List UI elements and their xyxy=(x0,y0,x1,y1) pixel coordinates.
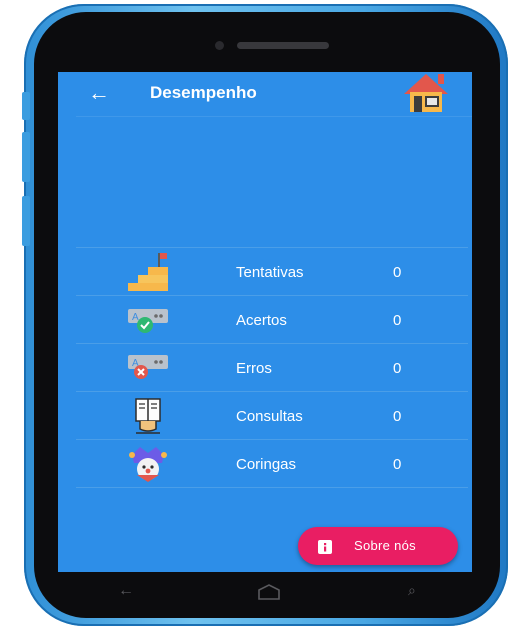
stat-value: 0 xyxy=(393,360,402,377)
app-screen: ← Desempenho Tentativas 0 A Acertos 0 A … xyxy=(58,72,472,572)
stat-row-acertos: A Acertos 0 xyxy=(76,296,468,343)
about-us-button[interactable]: Sobre nós xyxy=(298,527,458,565)
stat-label: Consultas xyxy=(236,408,303,425)
volume-button xyxy=(22,132,30,182)
nav-home-icon[interactable] xyxy=(256,584,282,600)
stat-value: 0 xyxy=(393,264,402,281)
answer-correct-icon: A xyxy=(128,309,168,333)
appbar-divider xyxy=(76,116,472,117)
stat-label: Erros xyxy=(236,360,272,377)
stat-row-consultas: Consultas 0 xyxy=(76,392,468,439)
stat-label: Acertos xyxy=(236,312,287,329)
volume-button xyxy=(22,92,30,120)
answer-wrong-icon: A xyxy=(128,355,168,379)
nav-back-icon[interactable]: ← xyxy=(118,582,134,600)
stat-value: 0 xyxy=(393,312,402,329)
power-button xyxy=(22,196,30,246)
about-us-label: Sobre nós xyxy=(354,538,416,553)
system-nav-bar: ← ⌕ xyxy=(58,572,472,612)
page-title: Desempenho xyxy=(150,83,257,102)
front-camera xyxy=(215,41,224,50)
earpiece-speaker xyxy=(237,42,329,49)
info-icon xyxy=(318,540,332,554)
home-button[interactable] xyxy=(398,72,454,114)
divider xyxy=(76,487,468,488)
nav-search-icon[interactable]: ⌕ xyxy=(408,582,416,599)
stat-row-tentativas: Tentativas 0 xyxy=(76,248,468,295)
open-book-icon xyxy=(135,398,161,434)
back-button[interactable]: ← xyxy=(86,80,112,106)
stat-label: Coringas xyxy=(236,456,297,473)
jester-icon xyxy=(129,447,167,482)
stairs-flag-icon xyxy=(128,253,168,291)
stat-row-erros: A Erros 0 xyxy=(76,344,468,391)
app-bar: ← Desempenho xyxy=(58,72,472,117)
stat-label: Tentativas xyxy=(236,264,304,281)
arrow-left-icon: ← xyxy=(88,80,110,105)
house-icon xyxy=(404,74,448,112)
stat-value: 0 xyxy=(393,456,402,473)
stats-list: Tentativas 0 A Acertos 0 A Erros 0 Consu… xyxy=(76,247,468,488)
stat-row-coringas: Coringas 0 xyxy=(76,440,468,487)
stat-value: 0 xyxy=(393,408,402,425)
